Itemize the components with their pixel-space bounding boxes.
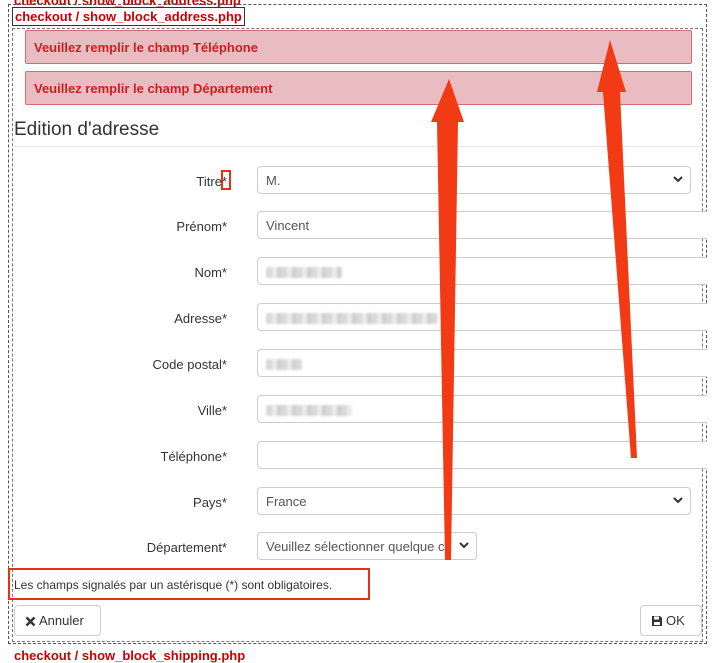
annotation-arrow-telephone xyxy=(597,40,637,458)
annotation-arrow-departement xyxy=(431,79,464,560)
annotation-arrows xyxy=(431,40,637,560)
